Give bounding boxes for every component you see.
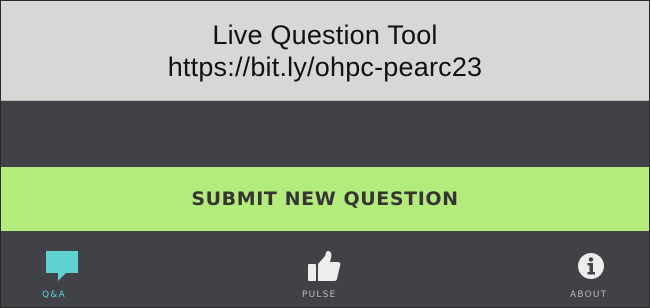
tab-about[interactable]: ABOUT xyxy=(563,231,617,307)
question-list-area xyxy=(1,101,649,167)
page-url: https://bit.ly/ohpc-pearc23 xyxy=(167,51,483,82)
tab-qa[interactable]: Q&A xyxy=(39,231,85,307)
info-icon xyxy=(571,248,611,284)
thumbs-up-icon xyxy=(304,248,344,284)
tab-qa-label: Q&A xyxy=(42,290,66,300)
header-banner: Live Question Tool https://bit.ly/ohpc-p… xyxy=(1,1,649,101)
submit-button-label: SUBMIT NEW QUESTION xyxy=(191,188,459,210)
tab-pulse-label: PULSE xyxy=(302,290,337,300)
tab-pulse[interactable]: PULSE xyxy=(296,231,352,307)
page-title: Live Question Tool xyxy=(212,19,438,50)
submit-new-question-button[interactable]: SUBMIT NEW QUESTION xyxy=(1,167,649,231)
tab-about-label: ABOUT xyxy=(570,290,608,300)
bottom-tab-bar: Q&A PULSE ABOUT xyxy=(1,231,649,307)
app-frame: Live Question Tool https://bit.ly/ohpc-p… xyxy=(0,0,650,308)
speech-bubble-icon xyxy=(42,248,82,284)
